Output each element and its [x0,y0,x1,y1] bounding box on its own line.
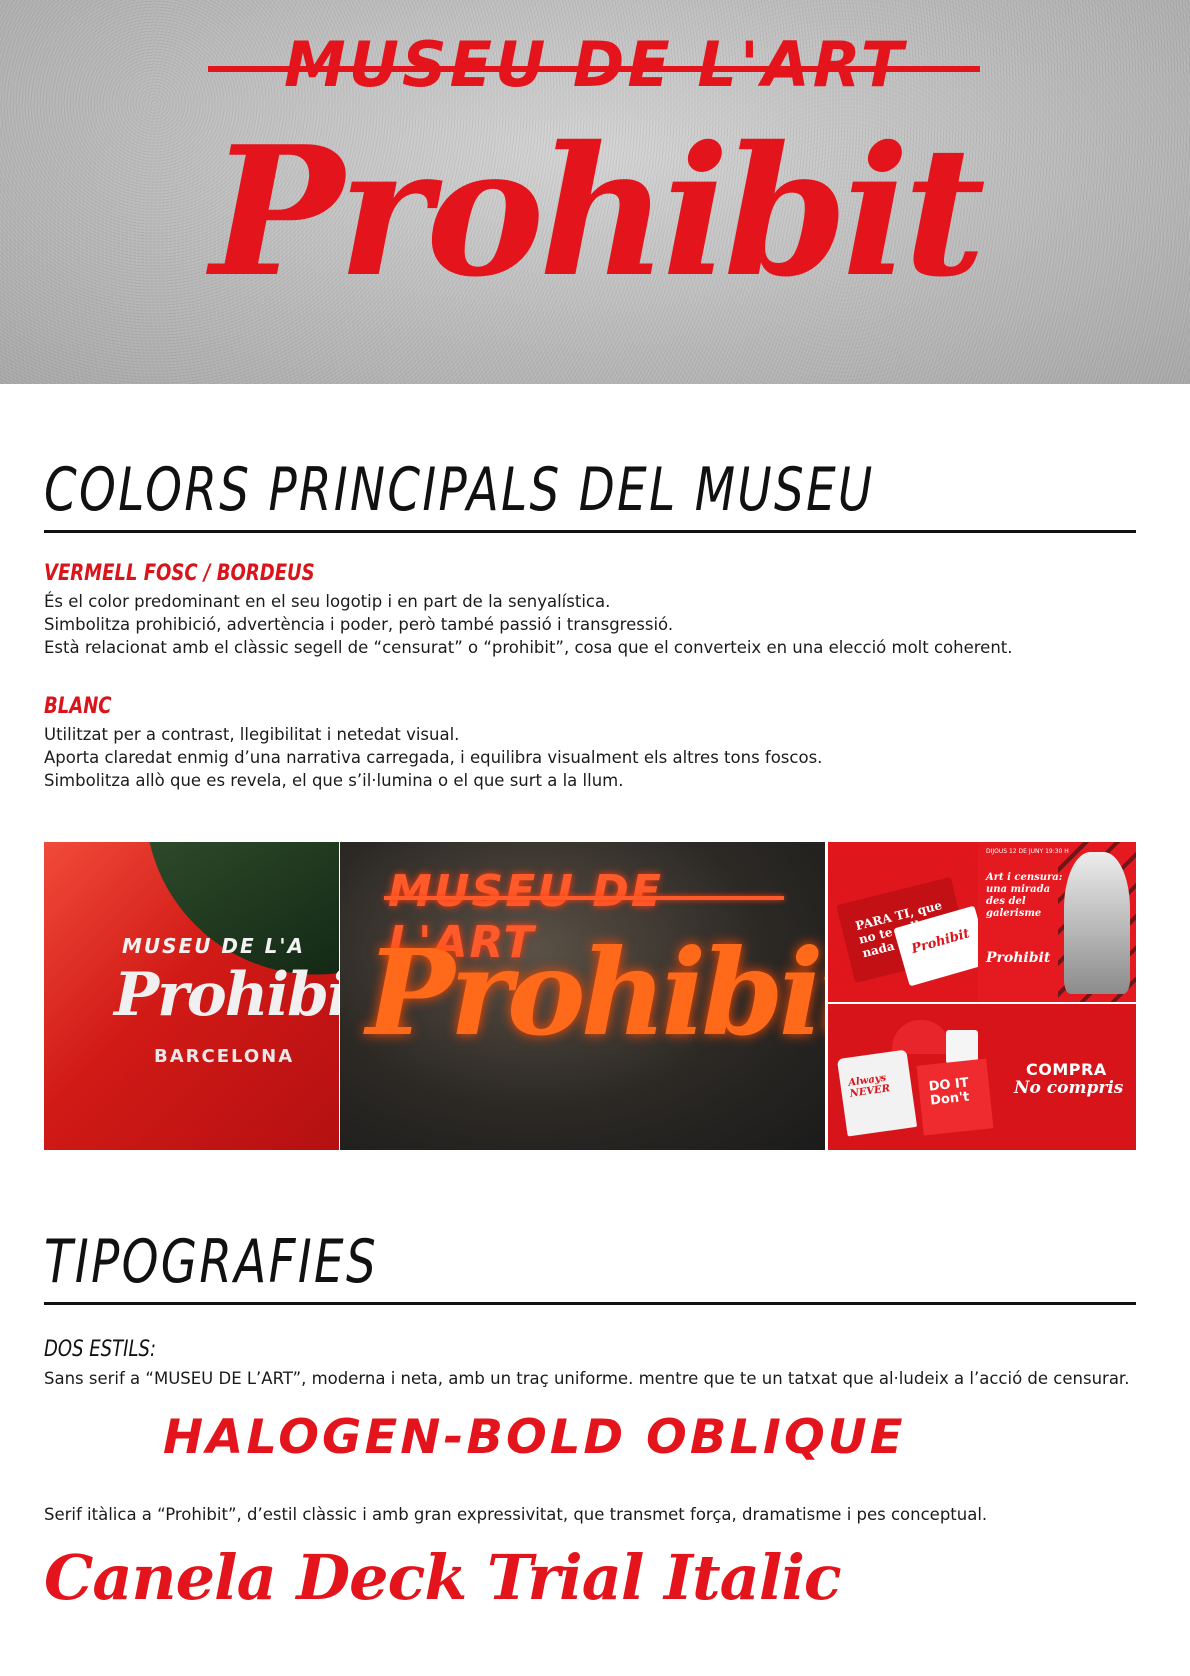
color-block-text-white: Utilitzat per a contrast, llegibilitat i… [44,723,1144,792]
cap-image [892,1020,950,1054]
typography-heading-rule [44,1302,1136,1305]
text-line: És el color predominant en el seu logoti… [44,592,611,611]
text-line: Està relacionat amb el clàssic segell de… [44,638,1013,657]
tile2-wordmark: Prohibit [366,923,825,1062]
statue-bust-image [1064,852,1130,994]
text-line: Utilitzat per a contrast, llegibilitat i… [44,725,460,744]
typography-subheading: DOS ESTILS: [44,1337,157,1362]
colors-heading: COLORS PRINCIPALS DEL MUSEU [44,455,875,525]
hero-banner: MUSEU DE L'ART Prohibit [0,0,1190,384]
typography-heading: TIPOGRAFIES [44,1227,378,1297]
poster-logo: Prohibit [986,950,1051,966]
text-line: Simbolitza prohibició, advertència i pod… [44,615,674,634]
hero-strikethrough [208,66,980,72]
tshirt-image: Always NEVER [836,1049,918,1137]
colors-heading-rule [44,530,1136,533]
serif-font-specimen: Canela Deck Trial Italic [44,1541,842,1614]
color-block-title-red: VERMELL FOSC / BORDEUS [44,561,315,586]
tote-bag-text: DO IT Don't [928,1075,971,1109]
white-card-logo: Prohibit [909,926,972,958]
hero-wordmark: Prohibit [210,107,986,316]
photo-merchandise: Always NEVER DO IT Don't COMPRA No compr… [828,1004,1136,1150]
text-line: Simbolitza allò que es revela, el que s’… [44,771,624,790]
merch-compra: COMPRA [1026,1060,1107,1079]
merch-no-compris: No compris [1014,1078,1124,1098]
color-block-title-white: BLANC [44,694,112,719]
tile1-city: BARCELONA [154,1046,295,1067]
tshirt-text: Always NEVER [847,1072,891,1100]
tile2-strikethrough [384,896,784,900]
photo-facade-sign: MUSEU DE L'A Prohibi BARCELONA [44,842,339,1150]
photo-neon-sign: MUSEU DE L'ART Prohibit [340,842,825,1150]
color-block-text-red: És el color predominant en el seu logoti… [44,590,1144,659]
text-line: Aporta claredat enmig d’una narrativa ca… [44,748,823,767]
event-poster: DIJOUS 12 DE JUNY 19:30 H Art i censura:… [978,842,1136,1002]
tote-bag-image: DO IT Don't [916,1058,994,1136]
hero-museu-title: MUSEU DE L'ART [283,28,907,101]
photo-print-materials: PARA TI, que no te callas nada Prohibit … [828,842,1136,1002]
serif-description: Serif itàlica a “Prohibit”, d’estil clàs… [44,1505,988,1524]
sans-description: Sans serif a “MUSEU DE L’ART”, moderna i… [44,1369,1130,1388]
poster-date: DIJOUS 12 DE JUNY 19:30 H [986,848,1069,855]
poster-title: Art i censura: una mirada des del galeri… [986,872,1063,919]
sans-font-specimen: HALOGEN-BOLD OBLIQUE [163,1410,906,1465]
tile1-wordmark: Prohibi [114,960,339,1030]
tile1-museu: MUSEU DE L'A [122,934,305,958]
